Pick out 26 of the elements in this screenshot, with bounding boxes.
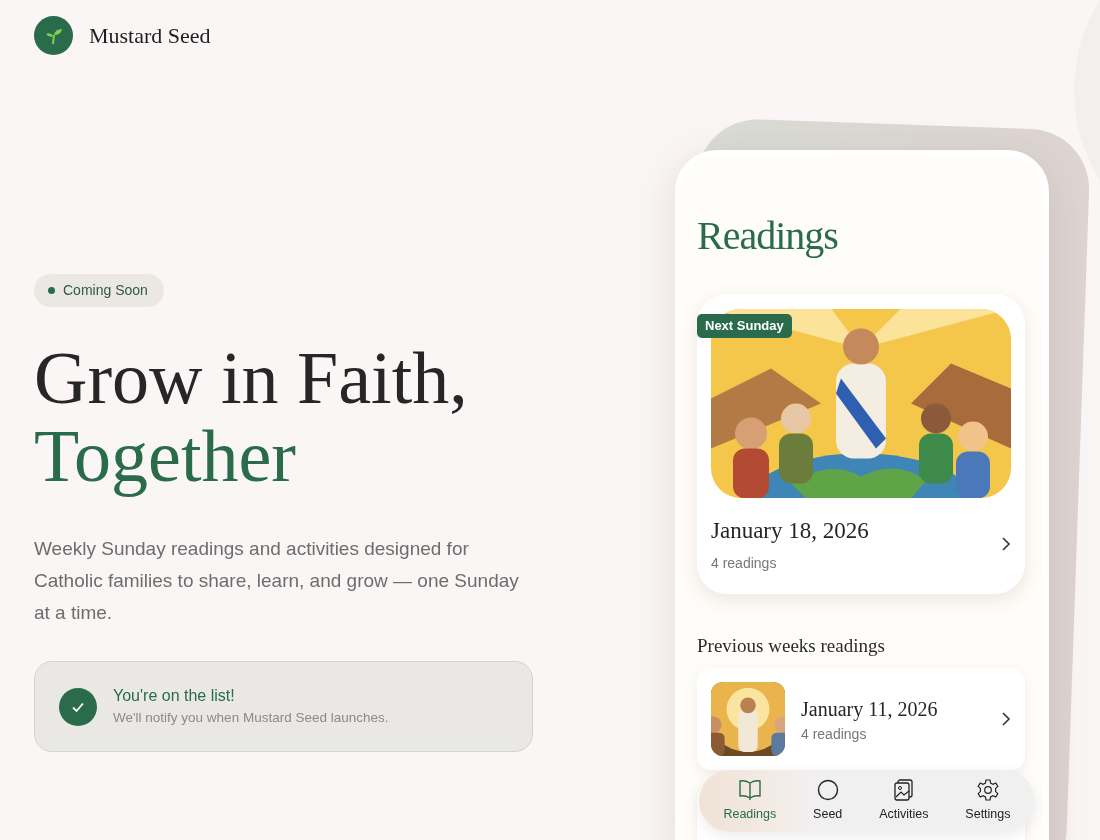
notice-title: You're on the list! (113, 686, 236, 707)
reading-count: 4 readings (711, 553, 778, 573)
reading-count: 4 readings (801, 724, 868, 744)
chevron-right-icon (1001, 535, 1011, 552)
notice-message: We'll notify you when Mustard Seed launches. (113, 709, 389, 728)
nav-tab[interactable]: Activities (875, 776, 933, 826)
nav-tab[interactable]: Seed (809, 776, 847, 826)
section-title: Previous weeks readings (697, 633, 886, 658)
images-icon (891, 778, 916, 801)
reading-date: January 11, 2026 (801, 696, 939, 723)
book-icon (737, 778, 762, 801)
description: Weekly Sunday readings and activities designed for Catholic families to share, learn, and grow — one Sunday at a time. (34, 537, 520, 625)
screen-title: Readings (697, 212, 839, 260)
reading-card[interactable]: January 11, 2026 4 readings (697, 668, 1025, 770)
nav-tab[interactable]: Settings (961, 776, 1015, 826)
status-badge: Coming Soon (34, 274, 164, 307)
reading-date: January 18, 2026 (711, 517, 869, 545)
headline: Grow in Faith, Together (34, 339, 468, 495)
logo-icon (34, 16, 73, 55)
next-sunday-badge: Next Sunday (697, 314, 792, 338)
nav-tab[interactable]: Readings (719, 776, 781, 826)
chevron-right-icon (1001, 711, 1011, 727)
circle-icon (815, 778, 840, 801)
check-icon (59, 687, 97, 726)
settings-icon (975, 778, 1000, 801)
brand-name: Mustard Seed (89, 22, 211, 50)
